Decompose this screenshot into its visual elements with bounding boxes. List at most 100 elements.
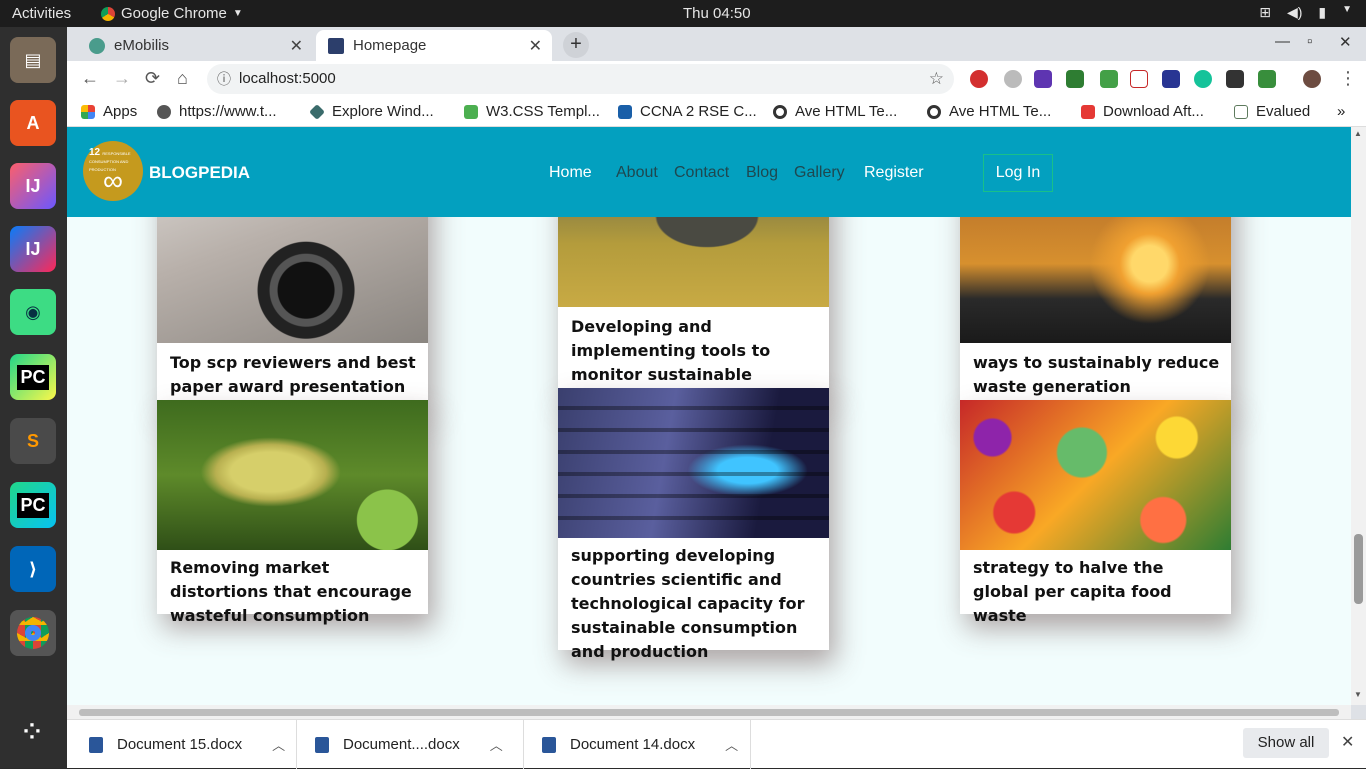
infinity-icon: ∞ bbox=[103, 165, 123, 196]
bookmark-item[interactable]: Ave HTML Te... bbox=[927, 103, 1051, 120]
blog-card[interactable]: strategy to halve the global per capita … bbox=[960, 400, 1231, 625]
bookmarks-bar: Apps https://www.t... Explore Wind... W3… bbox=[67, 97, 1366, 127]
bookmark-item[interactable]: https://www.t... bbox=[157, 103, 277, 120]
bookmark-item[interactable]: W3.CSS Templ... bbox=[464, 103, 600, 120]
grammarly-icon[interactable] bbox=[1194, 70, 1212, 88]
scrollbar-thumb[interactable] bbox=[1354, 534, 1363, 604]
extension-icon[interactable] bbox=[1100, 70, 1118, 88]
maximize-button[interactable]: ▫ bbox=[1307, 33, 1312, 50]
minimize-button[interactable]: — bbox=[1275, 33, 1290, 50]
extension-icon[interactable] bbox=[1162, 70, 1180, 88]
chevron-up-icon[interactable]: ︿ bbox=[490, 735, 503, 754]
chrome-icon[interactable] bbox=[10, 610, 56, 656]
close-tab-icon[interactable]: ✕ bbox=[290, 36, 303, 56]
bookmark-label: CCNA 2 RSE C... bbox=[640, 103, 757, 120]
card-title[interactable]: Removing market distortions that encoura… bbox=[170, 556, 420, 628]
nav-register[interactable]: Register bbox=[864, 164, 924, 182]
extension-icon[interactable] bbox=[1258, 70, 1276, 88]
browser-toolbar: ← → ⟳ ⌂ ⓘ localhost:5000 ☆ ⋮ bbox=[67, 61, 1366, 97]
close-window-button[interactable]: ✕ bbox=[1339, 33, 1352, 51]
site-logo[interactable]: 12 RESPONSIBLE CONSUMPTION AND PRODUCTIO… bbox=[83, 141, 143, 201]
sublime-text-icon[interactable]: S bbox=[10, 418, 56, 464]
activities-button[interactable]: Activities bbox=[12, 5, 71, 22]
scrollbar-thumb[interactable] bbox=[79, 709, 1339, 716]
logo-number: 12 bbox=[89, 147, 101, 158]
download-filename: Document 14.docx bbox=[570, 736, 696, 753]
avatar[interactable] bbox=[1303, 70, 1321, 88]
files-icon[interactable]: ▤ bbox=[10, 37, 56, 83]
new-tab-button[interactable]: + bbox=[563, 32, 589, 58]
nav-about[interactable]: About bbox=[616, 164, 658, 182]
scroll-down-icon[interactable]: ▼ bbox=[1354, 690, 1362, 699]
nav-contact[interactable]: Contact bbox=[674, 164, 729, 182]
close-icon[interactable]: ✕ bbox=[1341, 732, 1354, 752]
show-all-button[interactable]: Show all bbox=[1243, 728, 1329, 758]
chevron-up-icon[interactable]: ︿ bbox=[725, 735, 738, 754]
download-filename: Document 15.docx bbox=[117, 736, 243, 753]
battery-icon: ▮ bbox=[1318, 4, 1327, 20]
bookmark-star-icon[interactable]: ☆ bbox=[929, 64, 944, 94]
adblock-icon[interactable] bbox=[970, 70, 988, 88]
chevron-up-icon[interactable]: ︿ bbox=[272, 735, 285, 754]
extension-icon[interactable] bbox=[1226, 70, 1244, 88]
address-bar[interactable]: ⓘ localhost:5000 ☆ bbox=[207, 64, 954, 94]
bookmark-label: W3.CSS Templ... bbox=[486, 103, 600, 120]
bookmark-apps[interactable]: Apps bbox=[81, 103, 137, 120]
clock[interactable]: Thu 04:50 bbox=[683, 5, 751, 22]
scroll-up-icon[interactable]: ▲ bbox=[1354, 129, 1362, 138]
bookmark-item[interactable]: Explore Wind... bbox=[309, 103, 434, 120]
extension-icon[interactable] bbox=[1066, 70, 1084, 88]
tab-homepage[interactable]: Homepage ✕ bbox=[316, 30, 552, 61]
nav-home[interactable]: Home bbox=[549, 164, 592, 182]
pycharm-icon[interactable]: PC bbox=[10, 354, 56, 400]
nav-gallery[interactable]: Gallery bbox=[794, 164, 845, 182]
download-item[interactable]: Document 15.docx ︿ bbox=[67, 720, 297, 769]
extension-icon[interactable] bbox=[1004, 70, 1022, 88]
app-menu[interactable]: Google Chrome ▼ bbox=[101, 5, 243, 22]
x-icon bbox=[1081, 104, 1095, 119]
close-tab-icon[interactable]: ✕ bbox=[529, 36, 542, 56]
home-button[interactable]: ⌂ bbox=[177, 68, 188, 89]
intellij-icon[interactable]: IJ bbox=[10, 226, 56, 272]
info-icon[interactable]: ⓘ bbox=[217, 64, 231, 94]
menu-icon[interactable]: ⋮ bbox=[1339, 68, 1357, 89]
login-button[interactable]: Log In bbox=[983, 154, 1053, 192]
app-grid-icon[interactable]: ⁘ bbox=[10, 709, 56, 755]
horizontal-scrollbar[interactable] bbox=[67, 705, 1351, 719]
nav-blog[interactable]: Blog bbox=[746, 164, 778, 182]
os-top-bar: Activities Google Chrome ▼ Thu 04:50 ⊞ ◀… bbox=[0, 0, 1366, 27]
extension-icon[interactable] bbox=[1130, 70, 1148, 88]
w3-icon bbox=[464, 104, 478, 119]
vscode-icon[interactable]: ⟩ bbox=[10, 546, 56, 592]
dock: ▤ A IJ IJ ◉ PC S PC ⟩ ⁘ bbox=[0, 27, 67, 768]
site-brand[interactable]: BLOGPEDIA bbox=[149, 163, 250, 183]
software-center-icon[interactable]: A bbox=[10, 100, 56, 146]
globe-icon bbox=[157, 104, 171, 119]
intellij-icon[interactable]: IJ bbox=[10, 163, 56, 209]
back-button[interactable]: ← bbox=[81, 68, 99, 89]
bookmark-item[interactable]: CCNA 2 RSE C... bbox=[618, 103, 757, 120]
reload-button[interactable]: ⟳ bbox=[145, 68, 160, 89]
vertical-scrollbar[interactable]: ▲ ▼ bbox=[1351, 127, 1366, 705]
card-title[interactable]: strategy to halve the global per capita … bbox=[973, 556, 1223, 628]
forward-button[interactable]: → bbox=[113, 68, 131, 89]
card-title[interactable]: supporting developing countries scientif… bbox=[571, 544, 821, 664]
pycharm-icon[interactable]: PC bbox=[10, 482, 56, 528]
system-tray[interactable]: ⊞ ◀) ▮ ▼ bbox=[1259, 4, 1352, 21]
ccna-icon bbox=[618, 104, 632, 119]
card-title[interactable]: Top scp reviewers and best paper award p… bbox=[170, 351, 420, 399]
download-item[interactable]: Document 14.docx ︿ bbox=[524, 720, 751, 769]
bookmark-item[interactable]: Ave HTML Te... bbox=[773, 103, 897, 120]
blog-card[interactable]: Removing market distortions that encoura… bbox=[157, 400, 428, 625]
bookmark-item[interactable]: Download Aft... bbox=[1081, 103, 1204, 120]
bookmark-label: Apps bbox=[103, 103, 138, 120]
bookmarks-overflow-button[interactable]: » bbox=[1337, 103, 1345, 120]
tab-strip: eMobilis ✕ Homepage ✕ + — ▫ ✕ bbox=[67, 27, 1366, 61]
android-studio-icon[interactable]: ◉ bbox=[10, 289, 56, 335]
bookmark-item[interactable]: Evalued bbox=[1234, 103, 1310, 120]
card-title[interactable]: ways to sustainably reduce waste generat… bbox=[973, 351, 1223, 399]
extension-icon[interactable] bbox=[1034, 70, 1052, 88]
blog-card[interactable]: supporting developing countries scientif… bbox=[558, 388, 829, 661]
tab-emobilis[interactable]: eMobilis ✕ bbox=[77, 30, 313, 61]
download-item[interactable]: Document....docx ︿ bbox=[297, 720, 524, 769]
